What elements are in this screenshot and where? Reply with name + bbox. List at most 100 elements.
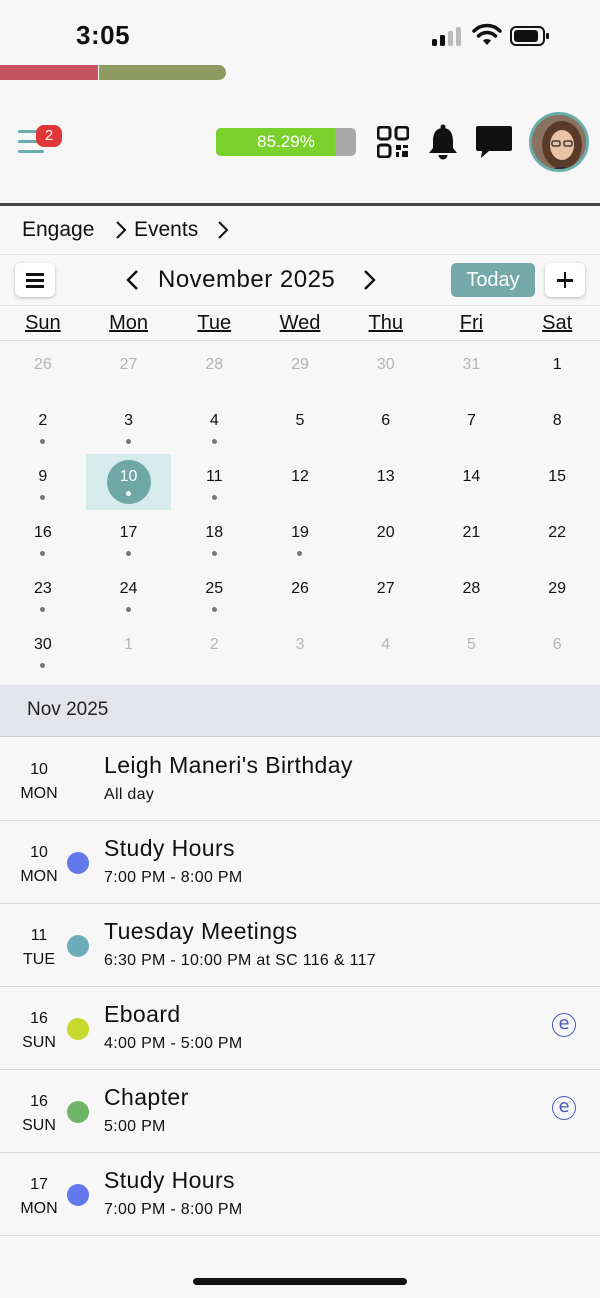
calendar-day[interactable]: 1 [514,342,600,398]
event-color-dot [67,1018,89,1040]
calendar-day[interactable]: 14 [429,454,515,510]
calendar-day[interactable]: 6 [514,622,600,678]
calendar-day[interactable]: 2 [0,398,86,454]
breadcrumb: Engage Events [0,206,600,255]
day-number: 10 [119,468,138,485]
calendar-day[interactable]: 24 [86,566,172,622]
progress-segment-red [0,65,98,80]
calendar-day[interactable]: 9 [0,454,86,510]
chevron-right-icon[interactable] [360,269,378,291]
calendar-day[interactable]: 2 [171,622,257,678]
weekday-sat: Sat [542,312,573,334]
chevron-left-icon[interactable] [124,269,142,291]
calendar-day[interactable]: 21 [429,510,515,566]
calendar-day[interactable]: 12 [257,454,343,510]
chat-icon[interactable] [475,124,513,160]
calendar-day[interactable]: 30 [343,342,429,398]
event-row[interactable]: 16 SUN Eboard 4:00 PM - 5:00 PM e [0,987,600,1070]
day-number: 27 [119,356,138,373]
calendar-day[interactable]: 27 [343,566,429,622]
day-number: 21 [462,524,481,541]
day-number: 2 [38,412,48,429]
day-number: 17 [119,524,138,541]
event-color-dot [67,1101,89,1123]
calendar-day[interactable]: 5 [257,398,343,454]
day-number: 26 [33,356,52,373]
event-title: Leigh Maneri's Birthday [104,752,353,778]
calendar-day[interactable]: 27 [86,342,172,398]
event-indicator-dot [126,607,132,612]
calendar-day[interactable]: 29 [257,342,343,398]
event-indicator-dot [126,439,132,444]
list-view-button[interactable] [15,263,55,297]
event-indicator-dot [297,551,303,556]
bell-icon[interactable] [426,124,460,160]
calendar-day[interactable]: 3 [86,398,172,454]
engage-event-icon[interactable]: e [552,1013,576,1037]
calendar-day[interactable]: 31 [429,342,515,398]
event-time: All day [104,786,155,803]
event-indicator-dot [211,439,217,444]
event-row[interactable]: 10 MON Study Hours 7:00 PM - 8:00 PM [0,821,600,904]
calendar-day[interactable]: 4 [343,622,429,678]
calendar-grid: 26 27 28 29 30 31 1 2 3 4 5 6 7 8 9 10 11 12 13 14 15 16 17 18 1… [0,342,600,684]
calendar-day[interactable]: 8 [514,398,600,454]
calendar-day[interactable]: 6 [343,398,429,454]
calendar-day[interactable]: 28 [171,342,257,398]
calendar-day[interactable]: 5 [429,622,515,678]
event-color-dot [67,1184,89,1206]
calendar-day[interactable]: 20 [343,510,429,566]
weekday-header: Sun Mon Tue Wed Thu Fri Sat [0,307,600,341]
calendar-day[interactable]: 10 [85,454,172,510]
calendar-day[interactable]: 3 [257,622,343,678]
day-number: 5 [466,636,476,653]
points-progress-bar[interactable]: 85.29% [216,128,356,156]
event-row[interactable]: 11 TUE Tuesday Meetings 6:30 PM - 10:00 PM … [0,904,600,987]
user-avatar[interactable] [529,112,589,172]
engage-event-icon[interactable]: e [552,1096,576,1120]
calendar-day[interactable]: 22 [514,510,600,566]
calendar-day[interactable]: 30 [0,622,86,678]
events-list: 10 MON Leigh Maneri's Birthday All day 10 MON… [0,738,600,1236]
calendar-day[interactable]: 1 [86,622,172,678]
event-date: 10 MON [10,841,68,889]
event-row[interactable]: 16 SUN Chapter 5:00 PM e [0,1070,600,1153]
event-weekday: MON [20,785,58,802]
qr-code-icon[interactable] [377,126,409,158]
notification-badge: 2 [36,125,62,147]
event-date: 16 SUN [10,1090,68,1138]
calendar-day[interactable]: 18 [171,510,257,566]
event-row[interactable]: 10 MON Leigh Maneri's Birthday All day [0,738,600,821]
event-row[interactable]: 17 MON Study Hours 7:00 PM - 8:00 PM [0,1153,600,1236]
event-indicator-dot [40,439,46,444]
event-weekday: SUN [22,1117,56,1134]
event-title: Study Hours [104,835,235,861]
today-button[interactable]: Today [451,263,535,297]
calendar-day[interactable]: 23 [0,566,86,622]
calendar-day[interactable]: 26 [0,342,86,398]
battery-icon [510,26,549,46]
event-time: 5:00 PM [104,1118,166,1135]
add-event-button[interactable] [545,263,585,297]
calendar-day[interactable]: 13 [343,454,429,510]
day-number: 12 [291,468,309,485]
calendar-day[interactable]: 15 [514,454,600,510]
calendar-day[interactable]: 29 [514,566,600,622]
breadcrumb-engage[interactable]: Engage [22,218,94,242]
day-number: 1 [552,356,562,373]
calendar-toolbar: November 2025 Today [0,256,600,306]
calendar-day[interactable]: 11 [171,454,257,510]
day-number: 30 [33,636,52,653]
event-indicator-dot [40,551,46,556]
calendar-day[interactable]: 19 [257,510,343,566]
calendar-day[interactable]: 26 [257,566,343,622]
calendar-day[interactable]: 28 [429,566,515,622]
calendar-day[interactable]: 7 [429,398,515,454]
calendar-day[interactable]: 17 [86,510,172,566]
weekday-tue: Tue [197,312,232,334]
calendar-day[interactable]: 16 [0,510,86,566]
calendar-day[interactable]: 25 [171,566,257,622]
breadcrumb-events[interactable]: Events [134,218,198,242]
calendar-day[interactable]: 4 [171,398,257,454]
event-date: 10 MON [10,758,68,806]
